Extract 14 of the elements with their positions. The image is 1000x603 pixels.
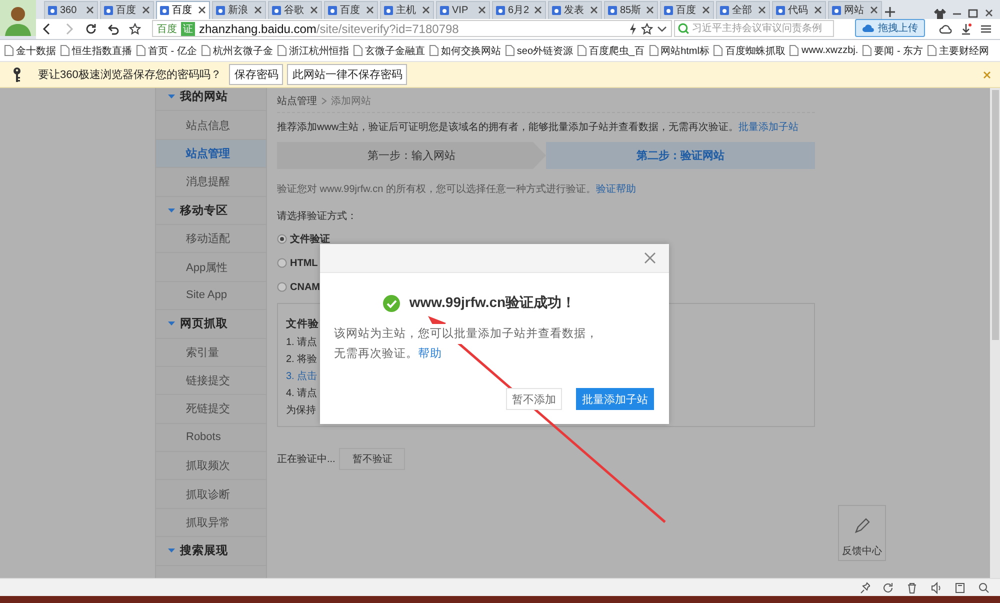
verify-note: 验证您对 www.99jrfw.cn 的所有权，您可以选择任意一种方式进行验证。验证帮助 [277,182,637,196]
verifying-text: 正在验证中... [277,452,336,466]
dialog-title: www.99jrfw.cn验证成功！ [409,294,576,312]
panel-title: 文件验 [286,317,319,332]
step-text: 为保持 [286,404,316,418]
site-label: 百度 [157,22,177,36]
password-prompt-text: 要让360极速浏览器保存您的密码吗？ [38,68,222,82]
intro-text: 推荐添加www主站，验证后可证明您是该域名的拥有者，能够批量添加子站并查看数据，无需再次验证。批量添加子站 [277,120,800,134]
step-text: 1. 请点 [286,336,318,350]
method-prompt: 请选择验证方式： [277,210,358,223]
url-text: zhanzhang.baidu.com/site/siteverify?id=7180798 [199,22,460,36]
verified-badge: 证 [181,22,195,36]
step-text: 4. 请点 [286,386,318,401]
step-text: 2. 将验 [286,353,318,367]
